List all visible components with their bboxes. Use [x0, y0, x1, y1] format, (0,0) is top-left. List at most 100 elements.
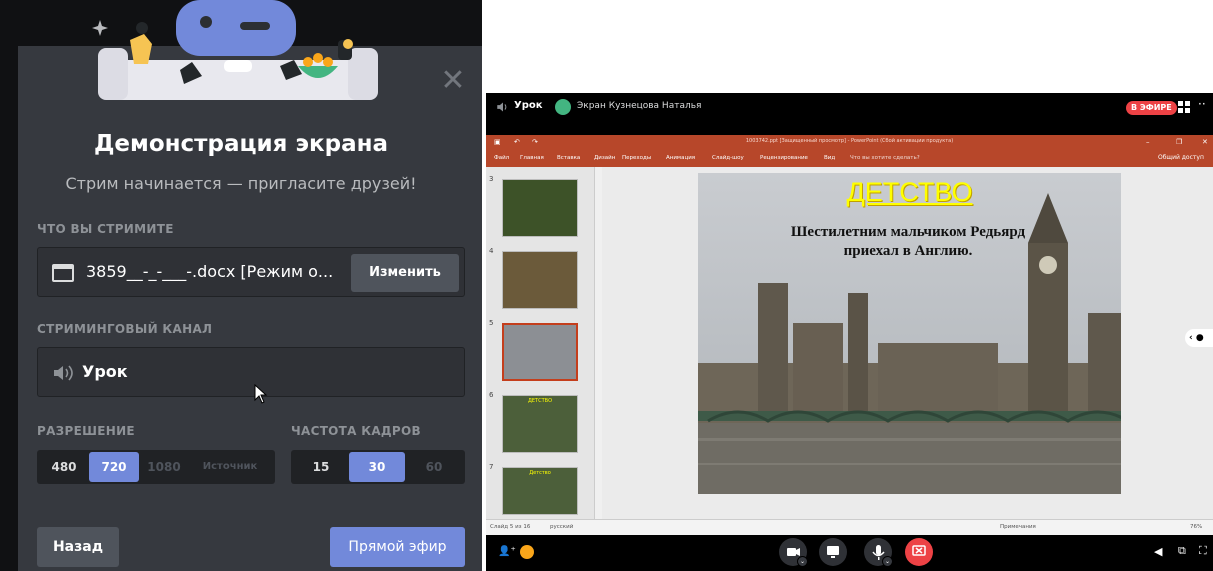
stream-header: Урок Экран Кузнецова Наталья В ЭФИРЕ ··	[486, 93, 1213, 123]
streaming-channel-select[interactable]: Урок	[37, 347, 465, 397]
what-streaming-label: ЧТО ВЫ СТРИМИТЕ	[37, 222, 174, 236]
stop-stream-button[interactable]	[905, 538, 933, 566]
undo-icon[interactable]: ↶	[514, 138, 520, 146]
menu-design[interactable]: Дизайн	[594, 155, 615, 161]
fps-option-30[interactable]: 30	[349, 452, 405, 482]
user-avatar-icon	[555, 99, 571, 115]
slide-thumbnail-4[interactable]	[502, 251, 578, 309]
resolution-selector: 480 720 1080 Источник	[37, 450, 275, 484]
thumb-number: 5	[489, 319, 494, 327]
popout-icon[interactable]: ⧉	[1178, 544, 1186, 558]
stream-channel-name: Урок	[514, 100, 543, 111]
current-slide: ДЕТСТВО Шестилетним мальчиком Редьярд пр…	[698, 173, 1121, 494]
slide-body-text: Шестилетним мальчиком Редьярд приехал в …	[728, 223, 1088, 261]
thumb-number: 7	[489, 463, 494, 471]
ppt-ribbon-menu: Файл Главная Вставка Дизайн Переходы Ани…	[486, 151, 1213, 167]
stop-screen-share-icon	[912, 545, 926, 556]
menu-animation[interactable]: Анимация	[666, 155, 695, 161]
thumb-number: 3	[489, 175, 494, 183]
resolution-option-source[interactable]: Источник	[189, 452, 271, 482]
menu-transitions[interactable]: Переходы	[622, 155, 651, 161]
fps-option-15[interactable]: 15	[293, 452, 349, 482]
menu-review[interactable]: Рецензирование	[760, 155, 808, 161]
westminster-photo	[698, 173, 1121, 494]
slide-thumbnail-7[interactable]: Детство	[502, 467, 578, 515]
microphone-button[interactable]: ⌄	[864, 538, 893, 567]
back-button[interactable]: Назад	[37, 527, 119, 567]
go-live-button[interactable]: Прямой эфир	[330, 527, 465, 567]
ppt-titlebar: 1003742.ppt [Защищенный просмотр] - Powe…	[486, 135, 1213, 151]
screen-share-dialog-panel: ✕ Демонстрация экрана Стрим начинается —…	[0, 0, 482, 571]
slide-title: ДЕТСТВО	[846, 177, 973, 207]
speaker-icon	[497, 102, 507, 112]
participants-toggle-icon[interactable]: ‹ ●	[1185, 329, 1213, 347]
slide-canvas: ДЕТСТВО Шестилетним мальчиком Редьярд пр…	[602, 167, 1213, 519]
camera-options-icon[interactable]: ⌄	[797, 556, 808, 567]
call-controls: 👤⁺ ⌄ ⌄ ◀ ⧉ ⛶	[486, 535, 1213, 571]
streaming-channel-label: СТРИМИНГОВЫЙ КАНАЛ	[37, 322, 213, 336]
slide-thumbnail-5[interactable]	[502, 323, 578, 381]
slide-thumbnail-3[interactable]	[502, 179, 578, 237]
screen-share-icon	[827, 546, 839, 558]
menu-view[interactable]: Вид	[824, 155, 835, 161]
volume-icon[interactable]: ◀	[1154, 545, 1162, 558]
menu-file[interactable]: Файл	[494, 155, 509, 161]
resolution-option-720[interactable]: 720	[89, 452, 139, 482]
voice-channel-speaker-icon	[54, 365, 73, 381]
stream-viewer: Урок Экран Кузнецова Наталья В ЭФИРЕ ·· …	[486, 93, 1213, 571]
mouse-cursor-icon	[254, 384, 268, 404]
thumbnails-scrollbar[interactable]	[594, 167, 602, 519]
slide-thumbnails-pane: 3 4 5 6 ДЕТСТВО 7 Детство	[486, 167, 594, 519]
microphone-options-icon[interactable]: ⌄	[882, 556, 893, 567]
close-window-icon[interactable]: ✕	[1202, 138, 1208, 146]
camera-button[interactable]: ⌄	[779, 538, 808, 567]
slide-counter: Слайд 5 из 16	[490, 524, 531, 530]
tell-me-search[interactable]: Что вы хотите сделать?	[850, 155, 920, 161]
thumb-number: 6	[489, 391, 494, 399]
change-source-button[interactable]: Изменить	[351, 254, 459, 292]
save-icon[interactable]: ▣	[494, 138, 501, 146]
fps-option-60[interactable]: 60	[405, 452, 463, 482]
redo-icon[interactable]: ↷	[532, 138, 538, 146]
slide-thumbnail-6[interactable]: ДЕТСТВО	[502, 395, 578, 453]
resolution-label: РАЗРЕШЕНИЕ	[37, 424, 135, 438]
minimize-icon[interactable]: –	[1146, 138, 1150, 146]
screen-share-dialog	[18, 46, 482, 571]
slide-text-line-1: Шестилетним мальчиком Редьярд	[790, 224, 1026, 240]
resolution-option-480[interactable]: 480	[39, 452, 89, 482]
stream-source-name: 3859__-_-___-.docx [Режим о...	[86, 262, 334, 281]
restore-icon[interactable]: ❐	[1176, 138, 1182, 146]
menu-insert[interactable]: Вставка	[557, 155, 580, 161]
activity-icon[interactable]	[520, 545, 534, 559]
share-button[interactable]: Общий доступ	[1158, 154, 1204, 161]
resolution-option-1080[interactable]: 1080	[139, 452, 189, 482]
live-badge: В ЭФИРЕ	[1126, 101, 1177, 115]
notes-button[interactable]: Примечания	[1000, 524, 1036, 530]
add-user-icon[interactable]: 👤⁺	[498, 546, 516, 557]
streaming-channel-name: Урок	[82, 362, 128, 381]
ppt-status-bar: Слайд 5 из 16 русский Примечания 76%	[486, 519, 1213, 535]
screen-owner-label: Экран Кузнецова Наталья	[577, 101, 702, 111]
stream-source-row: 3859__-_-___-.docx [Режим о... Изменить	[37, 247, 465, 297]
slide-text-line-2: приехал в Англию.	[843, 243, 973, 259]
thumb-number: 4	[489, 247, 494, 255]
menu-slideshow[interactable]: Слайд-шоу	[712, 155, 744, 161]
dialog-subtitle: Стрим начинается — пригласите друзей!	[65, 174, 417, 193]
fullscreen-icon[interactable]: ⛶	[1199, 544, 1207, 558]
thumb-title: ДЕТСТВО	[527, 398, 553, 404]
hero-illustration	[0, 0, 482, 100]
frame-rate-selector: 15 30 60	[291, 450, 465, 484]
grid-view-icon[interactable]	[1178, 101, 1191, 114]
language-indicator: русский	[550, 524, 574, 530]
application-window-icon	[52, 264, 74, 282]
screen-share-button[interactable]	[819, 538, 847, 566]
zoom-level[interactable]: 76%	[1190, 524, 1202, 530]
thumb-title: Детство	[529, 470, 551, 476]
close-button[interactable]: ✕	[438, 66, 468, 96]
dialog-title: Демонстрация экрана	[93, 131, 389, 157]
more-options-icon[interactable]: ··	[1198, 97, 1206, 111]
frame-rate-label: ЧАСТОТА КАДРОВ	[291, 424, 421, 438]
powerpoint-window: 1003742.ppt [Защищенный просмотр] - Powe…	[486, 135, 1213, 535]
menu-home[interactable]: Главная	[520, 155, 544, 161]
ppt-window-title: 1003742.ppt [Защищенный просмотр] - Powe…	[745, 138, 954, 144]
